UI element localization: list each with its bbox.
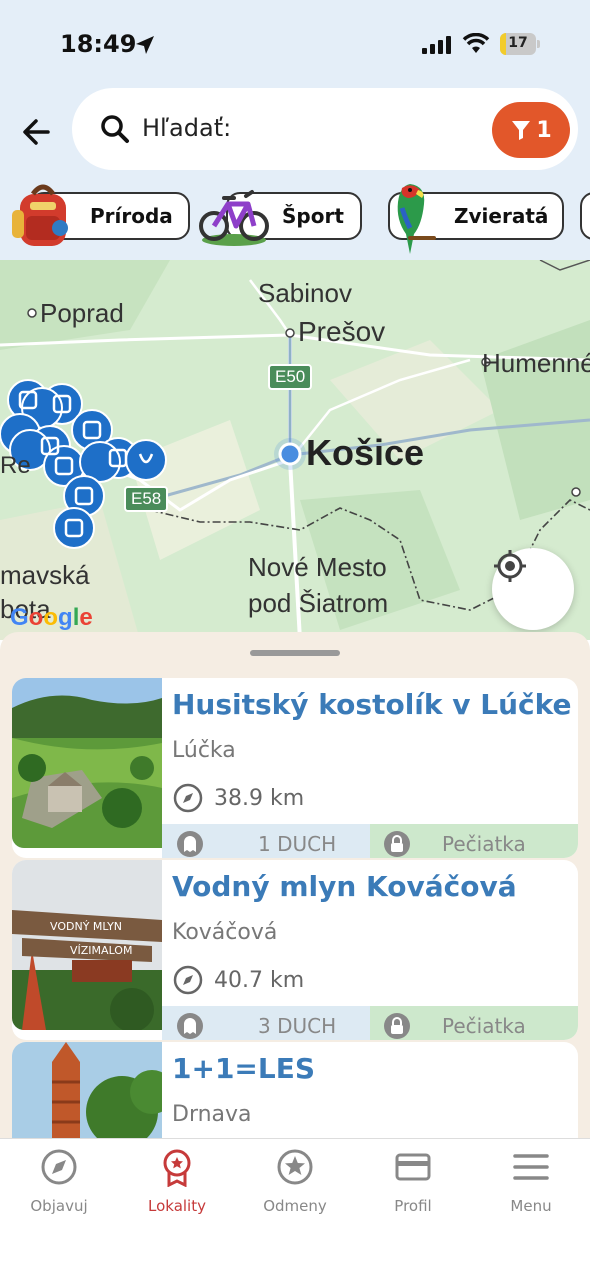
map-view[interactable]: Poprad Sabinov Prešov Humenné Košice Nov… (0, 260, 590, 640)
compass-icon (41, 1149, 77, 1185)
cellular-signal-icon (422, 36, 451, 54)
ghost-count: 1 DUCH (258, 832, 337, 856)
stamp-label: Pečiatka (442, 832, 526, 856)
location-card[interactable]: VODNÝ MLYN VÍZIMALOM Vodný mlyn Kováčová… (12, 860, 578, 1040)
location-distance: 40.7 km (172, 964, 304, 996)
parrot-icon (397, 184, 436, 254)
sheet-handle[interactable] (250, 650, 340, 656)
map-city-label: Košice (306, 432, 425, 473)
filter-icon (512, 121, 531, 140)
ghost-badge: 1 DUCH (162, 824, 370, 858)
google-logo: Google (10, 604, 93, 631)
nav-odmeny[interactable]: Odmeny (236, 1147, 354, 1227)
location-place: Drnava (172, 1102, 252, 1127)
location-card[interactable]: 1+1=LES Drnava (12, 1042, 578, 1138)
location-photo: VODNÝ MLYN VÍZIMALOM (12, 860, 162, 1030)
map-city-label: mavská (0, 560, 90, 590)
distance-value: 38.9 km (214, 785, 305, 811)
map-city-label: Prešov (298, 316, 386, 347)
location-place: Kováčová (172, 920, 278, 945)
crosshair-icon (494, 550, 526, 582)
distance-value: 40.7 km (214, 967, 305, 993)
status-bar: 18:49 17 (0, 0, 590, 88)
compass-icon (173, 965, 203, 995)
nav-label: Profil (394, 1197, 432, 1215)
location-title: Husitský kostolík v Lúčke (172, 688, 572, 721)
lock-icon (384, 831, 410, 857)
bicycle-icon (199, 190, 269, 246)
map-city-label: Re (0, 452, 31, 479)
search-bar: 1 (72, 88, 578, 170)
map-city-label: Poprad (40, 298, 124, 328)
location-title: Vodný mlyn Kováčová (172, 870, 517, 903)
header: 1 Príroda Šport Zvieratá (0, 88, 590, 260)
location-place: Lúčka (172, 738, 236, 763)
locations-sheet[interactable]: Husitský kostolík v Lúčke Lúčka 38.9 km … (0, 632, 590, 1138)
ribbon-icon (163, 1149, 191, 1187)
stamp-badge: Pečiatka (370, 1006, 578, 1040)
sign-text: VÍZIMALOM (70, 944, 132, 957)
status-time: 18:49 (60, 30, 137, 58)
battery-level: 17 (508, 35, 528, 51)
chip-label: Šport (282, 204, 344, 228)
map-city-label: Nové Mesto (248, 552, 387, 582)
location-arrow-icon (136, 36, 154, 54)
bottom-navigation: Objavuj Lokality Odmeny Profil Menu (0, 1138, 590, 1280)
location-photo (12, 678, 162, 848)
search-icon (101, 115, 129, 143)
location-distance: 38.9 km (172, 782, 304, 814)
nav-label: Odmeny (263, 1197, 327, 1215)
compass-icon (173, 783, 203, 813)
back-arrow-icon[interactable] (18, 112, 58, 152)
stamp-label: Pečiatka (442, 1014, 526, 1038)
nav-lokality[interactable]: Lokality (118, 1147, 236, 1227)
card-icon (395, 1153, 431, 1181)
location-card[interactable]: Husitský kostolík v Lúčke Lúčka 38.9 km … (12, 678, 578, 858)
star-icon (277, 1149, 313, 1185)
ghost-badge: 3 DUCH (162, 1006, 370, 1040)
menu-icon (513, 1154, 549, 1180)
stamp-badge: Pečiatka (370, 824, 578, 858)
nav-label: Menu (510, 1197, 552, 1215)
nav-objavuj[interactable]: Objavuj (0, 1147, 118, 1227)
map-city-label: Humenné (482, 348, 590, 378)
nav-label: Lokality (148, 1197, 206, 1215)
sign-text: VODNÝ MLYN (50, 920, 122, 933)
road-sign: E58 (124, 486, 169, 512)
ghost-count: 3 DUCH (258, 1014, 337, 1038)
nav-menu[interactable]: Menu (472, 1147, 590, 1227)
map-city-label: Sabinov (258, 278, 352, 308)
search-input[interactable] (142, 108, 442, 148)
road-sign: E50 (268, 364, 313, 390)
location-photo (12, 1042, 162, 1138)
location-title: 1+1=LES (172, 1052, 316, 1085)
chip-label: Príroda (90, 204, 173, 228)
wifi-icon (462, 33, 490, 53)
chip-label: Zvieratá (454, 204, 549, 228)
filter-button[interactable]: 1 (492, 102, 570, 158)
ghost-icon (177, 831, 203, 857)
category-chips: Príroda Šport Zvieratá (0, 178, 590, 258)
lock-icon (384, 1013, 410, 1039)
my-location-button[interactable] (492, 548, 574, 630)
chip-more[interactable] (580, 192, 590, 240)
filter-count: 1 (536, 117, 552, 143)
nav-profil[interactable]: Profil (354, 1147, 472, 1227)
nav-label: Objavuj (30, 1197, 88, 1215)
battery-icon: 17 (500, 33, 540, 55)
backpack-icon (12, 184, 68, 246)
ghost-icon (177, 1013, 203, 1039)
map-city-label: pod Šiatrom (248, 588, 389, 618)
